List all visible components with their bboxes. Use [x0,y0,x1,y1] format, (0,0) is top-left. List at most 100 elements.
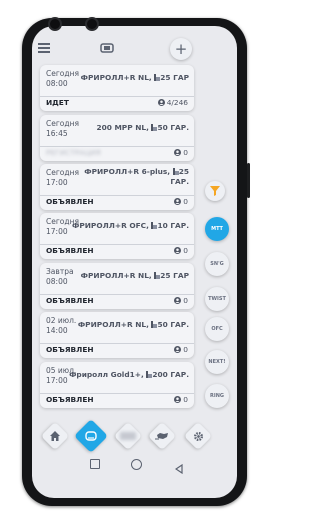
card-guarantee: 10 ГАР. [157,221,189,230]
card-title-text: 200 МРР NL, [96,123,152,132]
chip-icon [83,428,99,444]
front-camera-right [85,17,99,31]
menu-icon[interactable] [38,42,50,54]
card-day: Завтра [46,267,74,276]
card-status: ОБЪЯВЛЕН [46,197,94,206]
card-guarantee: 50 ГАР. [157,320,189,329]
card-status: РЕГИСТРАЦИЯ [46,148,101,157]
card-date: Сегодня 16:45 [46,119,82,139]
side-tab-next[interactable]: NEXT! [205,350,229,374]
card-divider [40,393,194,394]
card-divider [40,96,194,97]
home-icon [47,428,63,444]
card-status: ИДЕТ [46,98,69,107]
blurred-icon [118,428,138,444]
card-title-text: ФРИРОЛЛ+R NL, [77,320,152,329]
card-date: Завтра 08:00 [46,267,82,287]
card-player-count: 0 [174,148,188,157]
tournament-card[interactable]: 02 июл. 14:00 ФРИРОЛЛ+R NL, 50 ГАР. ОБЪЯВЛЕ… [40,312,194,358]
tournament-card[interactable]: 05 июл. 17:00 Фриролл Gold1+, 200 ГАР. ОБЪЯ… [40,362,194,408]
card-status: ОБЪЯВЛЕН [46,296,94,305]
phone-side-button [247,163,250,198]
person-icon [157,99,165,106]
card-count-value: 0 [183,197,188,206]
card-title: ФРИРОЛЛ+R NL, 25 ГАР [81,73,189,83]
card-title-text: ФРИРОЛЛ+R 6-plus, [84,167,173,176]
side-tab-мтт[interactable]: МТТ [205,217,229,241]
card-status: ОБЪЯВЛЕН [46,246,94,255]
card-divider [40,146,194,147]
card-time: 14:00 [46,326,68,335]
person-icon [174,198,182,205]
card-day: Сегодня [46,69,79,78]
card-title: 200 МРР NL, 50 ГАР. [96,123,189,133]
add-button[interactable]: + [170,38,192,60]
card-count-value: 0 [183,246,188,255]
person-icon [174,149,182,156]
system-home-circle[interactable] [131,459,142,470]
person-icon [174,346,182,353]
card-date: Сегодня 17:00 [46,168,82,188]
card-status: ОБЪЯВЛЕН [46,345,94,354]
card-day: Сегодня [46,168,79,177]
card-player-count: 0 [174,345,188,354]
card-day: Сегодня [46,119,79,128]
tournament-card[interactable]: Сегодня 17:00 ФРИРОЛЛ+R 6-plus, 25 ГАР. ОБЪ… [40,164,194,210]
card-divider [40,244,194,245]
side-tab-sng[interactable]: SN'G [205,252,229,276]
table-icon[interactable] [100,42,114,54]
plus-icon: + [174,40,188,58]
card-count-value: 0 [183,395,188,404]
card-date: Сегодня 08:00 [46,69,82,89]
card-player-count: 0 [174,296,188,305]
card-title-text: ФРИРОЛЛ+R OFC, [71,221,152,230]
card-title: ФРИРОЛЛ+R NL, 50 ГАР. [78,320,189,330]
card-title-text: ФРИРОЛЛ+R NL, [80,73,155,82]
card-time: 17:00 [46,178,68,187]
card-title: ФРИРОЛЛ+R NL, 25 ГАР [81,271,189,281]
card-time: 16:45 [46,129,68,138]
system-back-triangle[interactable] [174,459,183,478]
card-title: ФРИРОЛЛ+R 6-plus, 25 ГАР. [81,167,189,187]
card-player-count: 4/246 [157,98,188,107]
person-icon [174,396,182,403]
filter-icon [210,186,220,196]
system-back-square[interactable] [90,459,100,469]
card-date: 02 июл. 14:00 [46,316,82,336]
card-title-text: Фриролл Gold1+, [69,370,147,379]
card-title: ФРИРОЛЛ+R OFC, 10 ГАР. [72,221,189,231]
filter-button[interactable] [205,181,225,201]
side-tab-ofc[interactable]: OFC [205,317,229,341]
side-tab-ring[interactable]: RING [205,384,229,408]
gear-icon [190,428,206,444]
tournament-card[interactable]: Завтра 08:00 ФРИРОЛЛ+R NL, 25 ГАР ОБЪЯВЛЕН 0 [40,263,194,309]
card-time: 08:00 [46,79,68,88]
card-divider [40,294,194,295]
card-day: 02 июл. [46,316,77,325]
card-count-value: 0 [183,296,188,305]
tournament-card[interactable]: Сегодня 08:00 ФРИРОЛЛ+R NL, 25 ГАР ИДЕТ 4/24… [40,65,194,111]
card-count-value: 0 [183,148,188,157]
card-divider [40,343,194,344]
person-icon [174,247,182,254]
side-tab-twist[interactable]: TWIST [205,287,229,311]
card-title-text: ФРИРОЛЛ+R NL, [80,271,155,280]
card-status: ОБЪЯВЛЕН [46,395,94,404]
card-player-count: 0 [174,395,188,404]
tournament-card[interactable]: Сегодня 17:00 ФРИРОЛЛ+R OFC, 10 ГАР. ОБЪЯВЛ… [40,213,194,259]
card-guarantee: 25 ГАР [160,271,189,280]
card-divider [40,195,194,196]
card-guarantee: 50 ГАР. [157,123,189,132]
card-guarantee: 200 ГАР. [152,370,189,379]
front-camera-left [48,17,62,31]
card-guarantee: 25 ГАР [160,73,189,82]
card-title: Фриролл Gold1+, 200 ГАР. [69,370,189,380]
card-count-value: 4/246 [166,98,188,107]
card-time: 08:00 [46,277,68,286]
person-icon [174,297,182,304]
map-icon [152,428,172,444]
card-player-count: 0 [174,246,188,255]
card-player-count: 0 [174,197,188,206]
card-count-value: 0 [183,345,188,354]
tournament-card[interactable]: Сегодня 16:45 200 МРР NL, 50 ГАР. РЕГИСТРАЦ… [40,115,194,161]
